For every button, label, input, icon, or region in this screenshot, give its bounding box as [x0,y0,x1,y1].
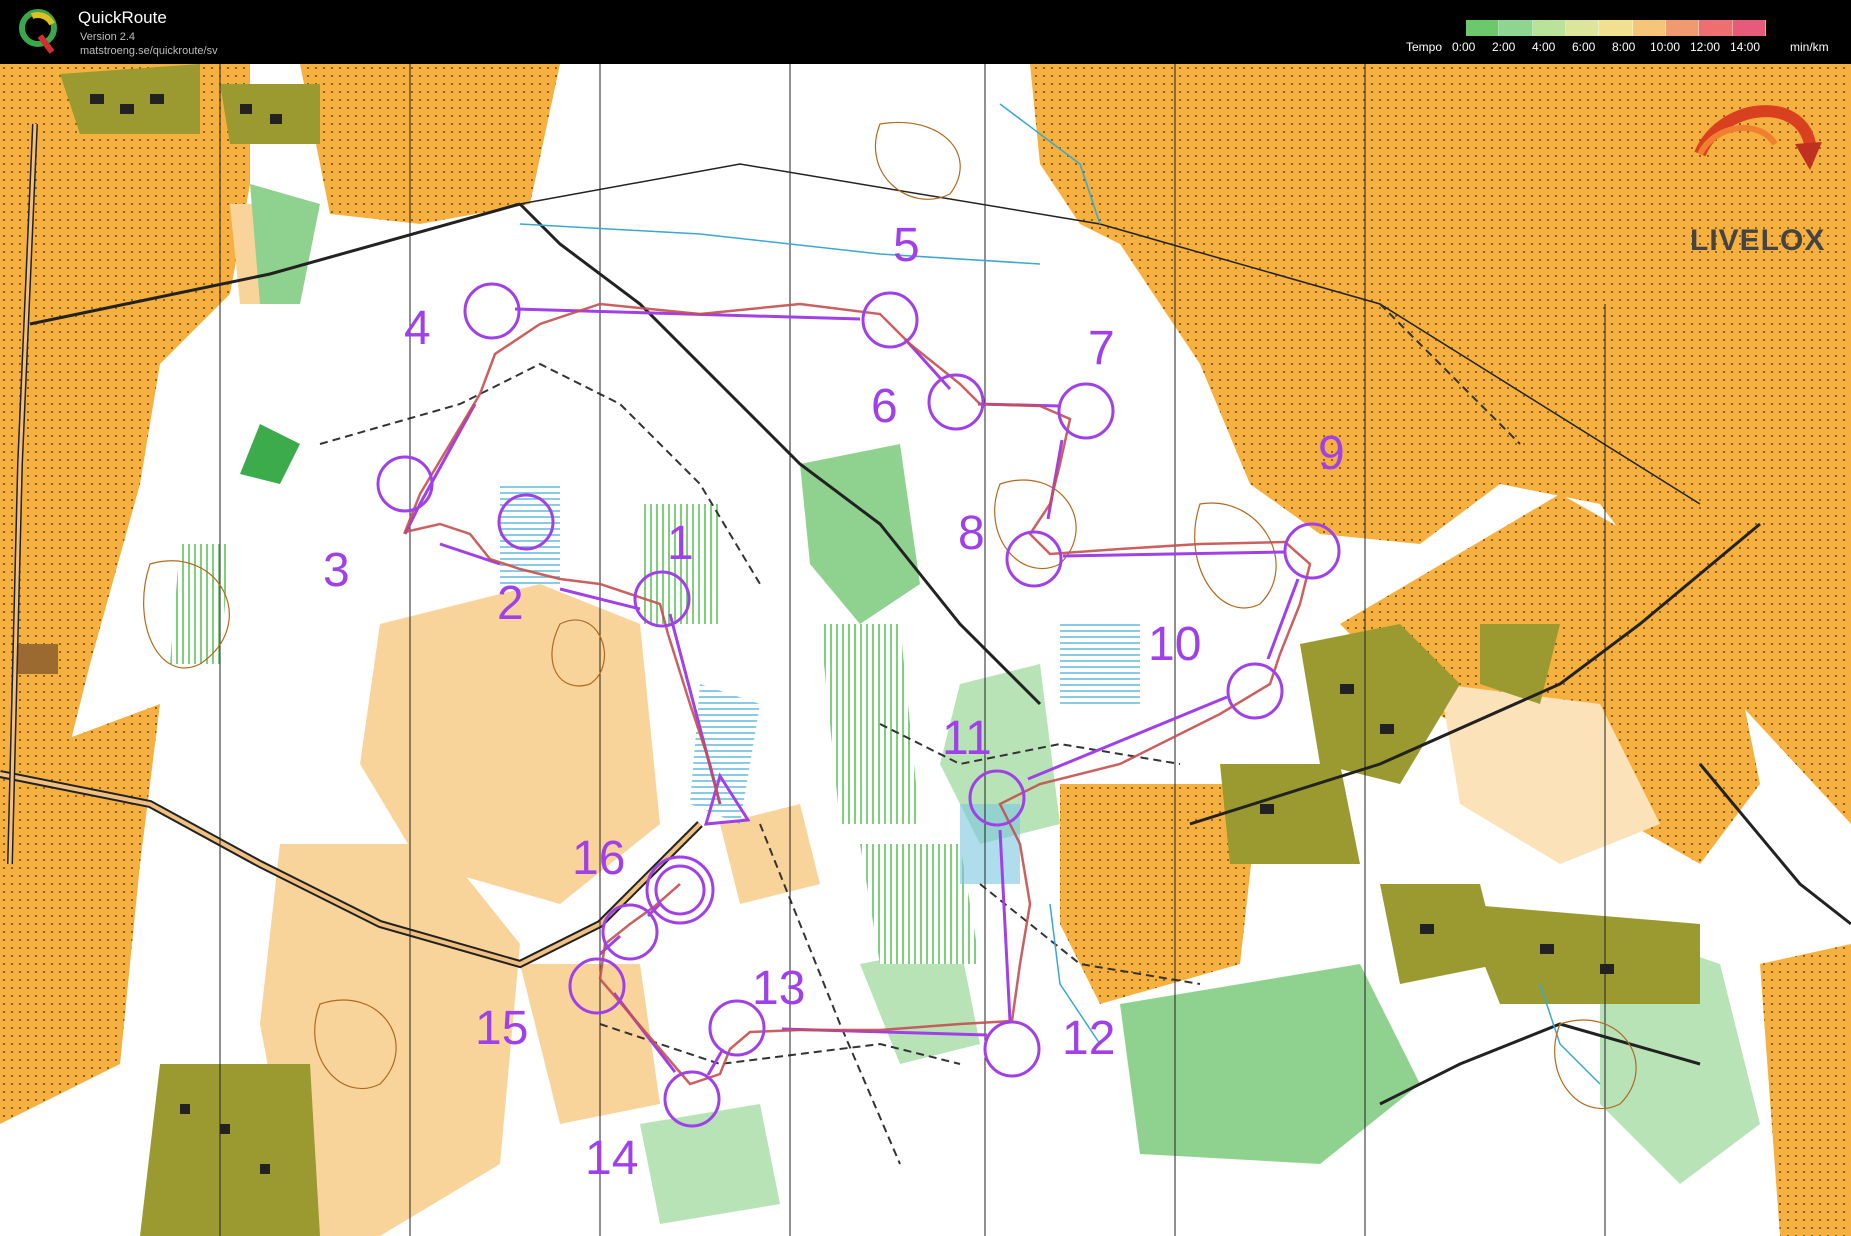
tempo-color-swatch [1732,20,1766,36]
tempo-color-scale [1466,20,1766,36]
tempo-color-swatch [1565,20,1600,36]
control-number: 3 [323,544,350,597]
control-number: 16 [572,832,625,885]
tempo-tick: 2:00 [1492,40,1516,54]
control-number: 5 [893,219,920,272]
control-number: 6 [871,380,898,433]
app-version-info: Version 2.4 matstroeng.se/quickroute/sv [80,30,218,58]
app-version: Version 2.4 [80,31,136,43]
control-number: 14 [585,1132,638,1185]
tempo-color-swatch [1665,20,1700,36]
control-number: 15 [475,1002,528,1055]
app-url[interactable]: matstroeng.se/quickroute/sv [80,44,218,58]
orienteering-map[interactable]: 1 2 3 4 5 6 7 8 9 10 11 12 13 14 15 16 L… [0,64,1851,1236]
control-number: 7 [1088,322,1115,375]
quickroute-logo-icon [19,9,57,54]
tempo-tick: 4:00 [1532,40,1556,54]
tempo-color-swatch [1599,20,1633,36]
tempo-color-swatch [1632,20,1666,36]
control-number: 2 [497,577,524,630]
tempo-color-swatch [1499,20,1533,36]
tempo-tick: 0:00 [1452,40,1476,54]
tempo-tick: 10:00 [1650,40,1681,54]
control-number: 9 [1318,427,1345,480]
app-title: QuickRoute [78,8,167,27]
tempo-unit: min/km [1790,40,1829,54]
map-canvas[interactable]: 1 2 3 4 5 6 7 8 9 10 11 12 13 14 15 16 [0,64,1851,1236]
control-number: 12 [1062,1012,1115,1065]
control-number: 13 [752,962,805,1015]
app-header: QuickRoute Version 2.4 matstroeng.se/qui… [0,0,1851,64]
livelox-wordmark: LIVELOX [1690,224,1826,257]
tempo-color-swatch [1466,20,1500,36]
tempo-label: Tempo [1406,40,1443,54]
tempo-color-swatch [1532,20,1566,36]
control-number: 10 [1148,618,1201,671]
tempo-tick: 12:00 [1690,40,1721,54]
control-number: 4 [404,302,431,355]
tempo-tick: 6:00 [1572,40,1596,54]
tempo-tick: 14:00 [1730,40,1761,54]
control-number: 11 [942,712,992,765]
control-number: 8 [958,507,985,560]
control-number: 1 [667,517,694,570]
tempo-tick: 8:00 [1612,40,1636,54]
tempo-color-swatch [1699,20,1733,36]
